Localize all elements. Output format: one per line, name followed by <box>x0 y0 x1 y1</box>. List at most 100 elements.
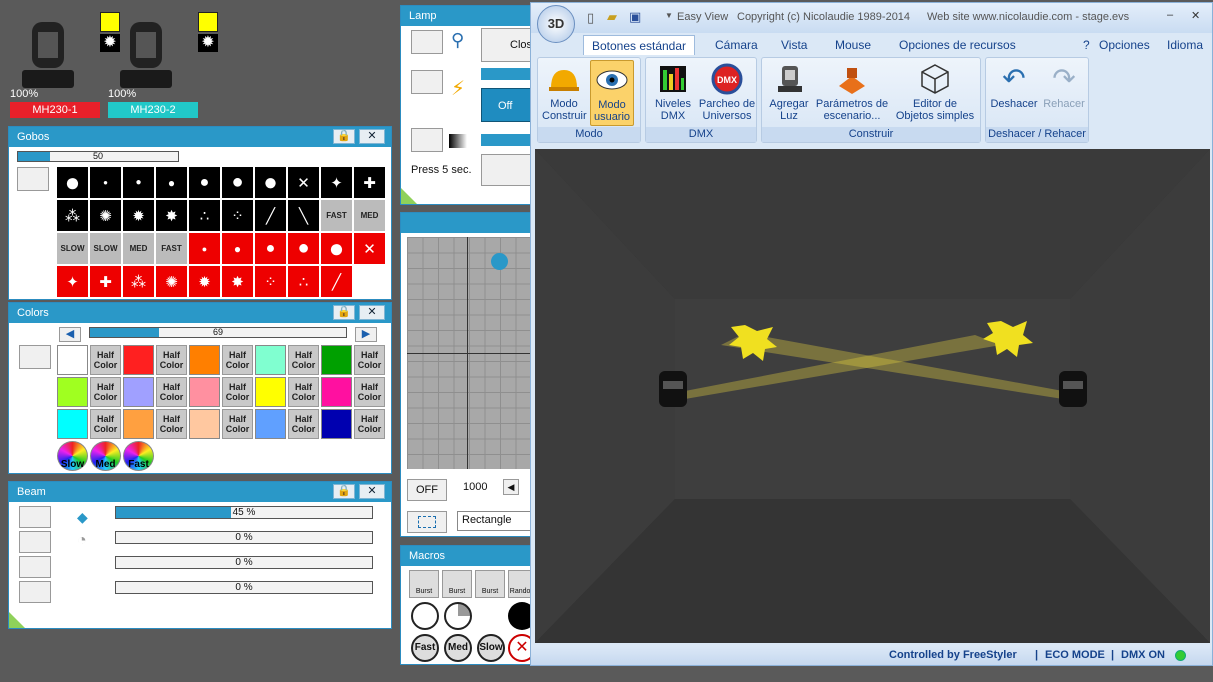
color-swatch[interactable] <box>255 409 286 439</box>
color-swatch[interactable] <box>189 409 220 439</box>
gobo-cell[interactable]: ✦ <box>57 266 88 297</box>
gobo-speed-cell[interactable]: MED <box>354 200 385 231</box>
color-wheel-slow-button[interactable]: Slow <box>57 441 88 471</box>
gobo-cell[interactable]: ╲ <box>288 200 319 231</box>
open-folder-icon[interactable]: ▰ <box>607 9 617 25</box>
pantilt-cursor[interactable] <box>491 253 508 270</box>
beam-slider[interactable]: 0 % <box>115 581 373 594</box>
macro-med-button[interactable]: Med <box>444 634 472 662</box>
idioma-menu[interactable]: Idioma <box>1167 35 1203 55</box>
gobo-cell[interactable]: ● <box>189 167 220 198</box>
gobo-cell[interactable]: ⁘ <box>222 200 253 231</box>
beam-button[interactable] <box>19 531 51 553</box>
macro-circle-button[interactable] <box>411 602 439 630</box>
macro-slow-button[interactable]: Slow <box>477 634 505 662</box>
half-color-button[interactable]: Half Color <box>156 345 187 375</box>
gobo-speed-cell[interactable]: MED <box>123 233 154 264</box>
macro-burst-button[interactable]: Burst <box>442 570 472 598</box>
color-swatch[interactable] <box>189 345 220 375</box>
half-color-button[interactable]: Half Color <box>222 345 253 375</box>
gobo-cell[interactable]: ● <box>123 167 154 198</box>
gobo-cell[interactable]: ✸ <box>156 200 187 231</box>
gobo-cell[interactable]: ✹ <box>189 266 220 297</box>
close-lamp-button[interactable]: Clos <box>481 28 531 62</box>
tab-botones-estandar[interactable]: Botones estándar <box>583 35 695 55</box>
save-icon[interactable]: ▣ <box>629 9 641 25</box>
color-slider[interactable]: 69 <box>89 327 347 338</box>
color-wheel-fast-button[interactable]: Fast <box>123 441 154 471</box>
fixture-2[interactable]: ✹ 100% MH230-2 <box>108 10 218 120</box>
prev-arrow-button[interactable]: ◀ <box>59 327 81 342</box>
gobo-cell[interactable]: ✚ <box>354 167 385 198</box>
press-button[interactable] <box>481 154 531 186</box>
gobo-cell[interactable]: ✦ <box>321 167 352 198</box>
gobo-cell[interactable]: ● <box>222 167 253 198</box>
lock-icon[interactable]: 🔒 <box>333 305 355 320</box>
half-color-button[interactable]: Half Color <box>288 409 319 439</box>
half-color-button[interactable]: Half Color <box>90 377 121 407</box>
color-swatch[interactable] <box>321 345 352 375</box>
gobo-cell[interactable]: ∴ <box>288 266 319 297</box>
gobo-speed-cell[interactable]: FAST <box>321 200 352 231</box>
next-arrow-button[interactable]: ▶ <box>355 327 377 342</box>
pantilt-grid[interactable] <box>407 237 531 469</box>
color-swatch[interactable] <box>57 409 88 439</box>
gobo-cell[interactable]: ✕ <box>288 167 319 198</box>
dimmer-button[interactable] <box>411 128 443 152</box>
tab-mouse[interactable]: Mouse <box>835 35 871 55</box>
gobo-cell[interactable]: ● <box>255 233 286 264</box>
gobo-slider[interactable]: 50 <box>17 151 179 162</box>
gobo-cell[interactable]: ● <box>255 167 286 198</box>
half-color-button[interactable]: Half Color <box>354 409 385 439</box>
gobo-cell[interactable]: ● <box>57 167 88 198</box>
gobo-cell[interactable]: ✹ <box>123 200 154 231</box>
gobo-cell[interactable]: ✺ <box>90 200 121 231</box>
half-color-button[interactable]: Half Color <box>156 377 187 407</box>
macro-circle-button[interactable] <box>444 602 472 630</box>
macro-random-button[interactable]: Random <box>508 570 531 598</box>
half-color-button[interactable]: Half Color <box>354 345 385 375</box>
close-button[interactable]: ✕ <box>359 484 385 499</box>
macro-stop-icon[interactable]: ✕ <box>508 634 531 662</box>
gobo-cell[interactable]: ✸ <box>222 266 253 297</box>
gobo-speed-cell[interactable]: SLOW <box>90 233 121 264</box>
parametros-escenario-button[interactable]: Parámetros de escenario... <box>814 60 890 126</box>
3d-viewport[interactable] <box>535 149 1210 643</box>
half-color-button[interactable]: Half Color <box>222 409 253 439</box>
beam-slider[interactable]: 45 % <box>115 506 373 519</box>
half-color-button[interactable]: Half Color <box>288 345 319 375</box>
color-swatch[interactable] <box>123 345 154 375</box>
gobo-cell[interactable]: ⁂ <box>123 266 154 297</box>
new-file-icon[interactable]: ▯ <box>587 10 594 26</box>
lamp-off-button[interactable]: Off <box>481 88 531 122</box>
color-swatch[interactable] <box>57 345 88 375</box>
shape-select-icon[interactable] <box>407 511 447 533</box>
gobo-cell[interactable]: ⁘ <box>255 266 286 297</box>
macro-burst-button[interactable]: Burst <box>475 570 505 598</box>
color-swatch[interactable] <box>123 377 154 407</box>
quick-access-menu-icon[interactable]: ▼ <box>665 11 673 20</box>
app-logo-button[interactable]: 3D <box>537 5 575 43</box>
beam-slider[interactable]: 0 % <box>115 531 373 544</box>
color-swatch[interactable] <box>189 377 220 407</box>
half-color-button[interactable]: Half Color <box>90 345 121 375</box>
gobo-cell[interactable]: ● <box>90 167 121 198</box>
lock-icon[interactable]: 🔒 <box>333 484 355 499</box>
gobo-cell[interactable]: ● <box>156 167 187 198</box>
half-color-button[interactable]: Half Color <box>222 377 253 407</box>
gobo-cell[interactable]: ● <box>321 233 352 264</box>
macro-fast-button[interactable]: Fast <box>411 634 439 662</box>
parcheo-universos-button[interactable]: DMX Parcheo de Universos <box>698 60 756 126</box>
color-swatch[interactable] <box>321 377 352 407</box>
gobo-open-button[interactable] <box>17 167 49 191</box>
tab-vista[interactable]: Vista <box>781 35 807 55</box>
tab-opciones-recursos[interactable]: Opciones de recursos <box>899 35 1016 55</box>
beam-button[interactable] <box>19 556 51 578</box>
gobo-cell[interactable]: ✺ <box>156 266 187 297</box>
modo-construir-button[interactable]: Modo Construir <box>542 60 587 126</box>
gobo-speed-cell[interactable]: FAST <box>156 233 187 264</box>
color-swatch[interactable] <box>321 409 352 439</box>
half-color-button[interactable]: Half Color <box>156 409 187 439</box>
color-swatch[interactable] <box>255 345 286 375</box>
rehacer-button[interactable]: ↷ Rehacer <box>1040 60 1088 126</box>
